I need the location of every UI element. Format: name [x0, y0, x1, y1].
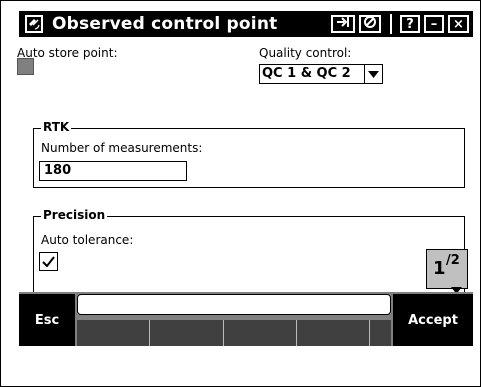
measurements-input[interactable]: 180 — [39, 161, 187, 181]
title-separator — [390, 14, 392, 34]
no-entry-icon — [364, 16, 376, 32]
accept-label: Accept — [408, 312, 458, 328]
window-title: Observed control point — [52, 14, 278, 34]
esc-label: Esc — [34, 312, 60, 328]
accept-button[interactable]: Accept — [393, 294, 473, 346]
close-icon: × — [453, 16, 464, 32]
title-bar: Observed control point ? – × — [19, 11, 473, 37]
page-current: 1 — [433, 258, 446, 279]
esc-button[interactable]: Esc — [19, 294, 75, 346]
close-button[interactable]: × — [448, 15, 469, 33]
softkey-slot-2[interactable] — [149, 320, 223, 346]
measurements-label: Number of measurements: — [41, 141, 203, 155]
softkey-slot-1[interactable] — [77, 320, 149, 346]
satellite-icon — [25, 15, 43, 33]
chevron-down-icon[interactable] — [364, 65, 382, 83]
precision-group — [33, 216, 465, 292]
help-icon: ? — [406, 16, 414, 32]
page-total: /2 — [446, 253, 460, 268]
quality-control-value: QC 1 & QC 2 — [262, 66, 351, 81]
switch-app-icon — [336, 16, 350, 32]
screen-frame: Observed control point ? – × Auto store … — [0, 0, 481, 387]
switch-app-button[interactable] — [331, 15, 355, 33]
help-button[interactable]: ? — [400, 15, 420, 33]
softkey-bar: Esc Accept — [19, 292, 473, 346]
softkey-slot-3[interactable] — [223, 320, 296, 346]
page-switch-button[interactable]: 1 /2 — [426, 249, 468, 294]
rtk-group-title: RTK — [41, 120, 72, 134]
minimize-icon: – — [430, 16, 438, 32]
precision-group-title: Precision — [41, 208, 108, 222]
quality-control-dropdown[interactable]: QC 1 & QC 2 — [259, 64, 383, 84]
status-field — [77, 294, 391, 315]
checkmark-icon — [42, 252, 55, 271]
auto-tolerance-checkbox[interactable] — [39, 252, 58, 271]
auto-store-checkbox[interactable] — [17, 58, 34, 75]
softkey-slot-4[interactable] — [296, 320, 369, 346]
softkey-center-panel — [77, 292, 391, 346]
minimize-button[interactable]: – — [424, 15, 444, 33]
close-form-button[interactable] — [359, 15, 381, 33]
auto-tolerance-label: Auto tolerance: — [41, 233, 134, 247]
softkey-slot-5[interactable] — [369, 320, 391, 346]
page-total-number: 2 — [450, 253, 460, 268]
quality-control-label: Quality control: — [259, 46, 352, 60]
